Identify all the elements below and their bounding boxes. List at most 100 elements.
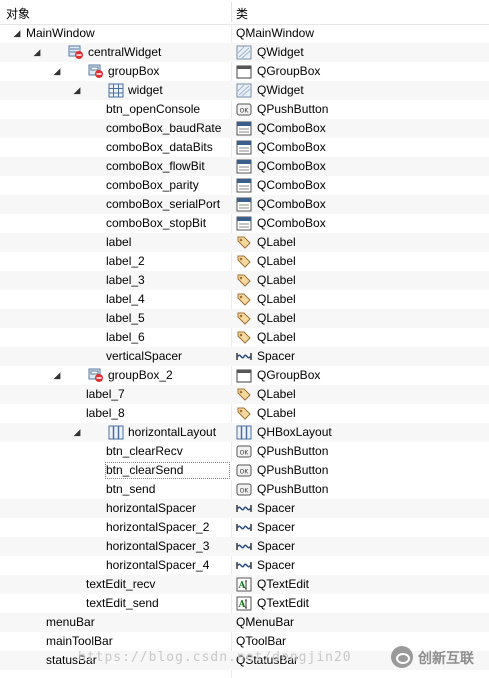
tree-row[interactable]: btn_send OK QPushButton xyxy=(0,480,489,499)
class-name: QLabel xyxy=(257,292,296,306)
object-name: label_3 xyxy=(106,273,145,287)
textedit-class-icon: A xyxy=(236,596,252,611)
expand-arrow-icon[interactable]: ◢ xyxy=(72,423,82,442)
class-name: QLabel xyxy=(257,254,296,268)
expand-arrow-icon[interactable]: ◢ xyxy=(72,81,82,100)
class-name: QMainWindow xyxy=(236,26,315,40)
class-name: QLabel xyxy=(257,406,296,420)
header-object[interactable]: 对象 xyxy=(6,5,30,22)
object-name: btn_openConsole xyxy=(106,102,201,116)
tree-row[interactable]: comboBox_stopBit QComboBox xyxy=(0,214,489,233)
object-name: mainToolBar xyxy=(46,634,113,648)
object-name: centralWidget xyxy=(88,45,162,59)
tree-row[interactable]: comboBox_flowBit QComboBox xyxy=(0,157,489,176)
tree-row[interactable]: ◢ horizontalLayout QHBoxLayout xyxy=(0,423,489,442)
expand-arrow-icon[interactable]: ◢ xyxy=(32,43,42,62)
object-name: groupBox xyxy=(108,64,160,78)
combobox-class-icon xyxy=(236,216,252,231)
header-divider xyxy=(231,2,232,22)
pushbutton-class-icon: OK xyxy=(236,463,252,478)
class-name: QHBoxLayout xyxy=(257,425,332,439)
object-name: comboBox_stopBit xyxy=(106,216,207,230)
class-name: QPushButton xyxy=(257,482,329,496)
header-class[interactable]: 类 xyxy=(236,5,248,22)
object-name: comboBox_flowBit xyxy=(106,159,205,173)
spacer-class-icon xyxy=(236,349,252,364)
pushbutton-class-icon: OK xyxy=(236,102,252,117)
tree-row[interactable]: ◢ widget QWidget xyxy=(0,81,489,100)
object-tree[interactable]: ◢ MainWindow QMainWindow ◢ centralWidget QWid… xyxy=(0,24,489,670)
class-name: QMenuBar xyxy=(236,615,295,629)
object-name: label_2 xyxy=(106,254,145,268)
class-name: QLabel xyxy=(257,311,296,325)
tree-row[interactable]: comboBox_parity QComboBox xyxy=(0,176,489,195)
tree-row[interactable]: label_7 QLabel xyxy=(0,385,489,404)
tree-row[interactable]: comboBox_dataBits QComboBox xyxy=(0,138,489,157)
class-name: QComboBox xyxy=(257,159,326,173)
class-name: Spacer xyxy=(257,539,296,553)
object-name: verticalSpacer xyxy=(106,349,183,363)
groupbox-forbidden-icon xyxy=(88,368,104,383)
tree-row[interactable]: label_8 QLabel xyxy=(0,404,489,423)
tree-row[interactable]: horizontalSpacer_4 Spacer xyxy=(0,556,489,575)
brand-logo-text: 创新互联 xyxy=(418,650,474,666)
tree-row[interactable]: btn_clearSend OK QPushButton xyxy=(0,461,489,480)
tree-row[interactable]: btn_openConsole OK QPushButton xyxy=(0,100,489,119)
label-class-icon xyxy=(236,311,252,326)
tree-row[interactable]: label_6 QLabel xyxy=(0,328,489,347)
tree-row[interactable]: label_4 QLabel xyxy=(0,290,489,309)
combobox-class-icon xyxy=(236,140,252,155)
combobox-class-icon xyxy=(236,121,252,136)
pushbutton-class-icon: OK xyxy=(236,444,252,459)
label-class-icon xyxy=(236,406,252,421)
combobox-class-icon xyxy=(236,197,252,212)
tree-row[interactable]: horizontalSpacer_3 Spacer xyxy=(0,537,489,556)
tree-row[interactable]: label_2 QLabel xyxy=(0,252,489,271)
tree-row[interactable]: horizontalSpacer_2 Spacer xyxy=(0,518,489,537)
tree-row[interactable]: label QLabel xyxy=(0,233,489,252)
object-name: btn_send xyxy=(106,482,156,496)
svg-text:OK: OK xyxy=(240,450,250,457)
widget-forbidden-icon xyxy=(68,45,84,60)
object-name: horizontalSpacer_2 xyxy=(106,520,210,534)
tree-row[interactable]: horizontalSpacer Spacer xyxy=(0,499,489,518)
object-name: label xyxy=(106,235,132,249)
class-name: Spacer xyxy=(257,501,296,515)
tree-row[interactable]: textEdit_send A QTextEdit xyxy=(0,594,489,613)
hbox-icon xyxy=(108,425,124,440)
tree-row[interactable]: label_5 QLabel xyxy=(0,309,489,328)
class-name: Spacer xyxy=(257,558,296,572)
object-name: horizontalSpacer_3 xyxy=(106,539,210,553)
class-name: QLabel xyxy=(257,273,296,287)
tree-row[interactable]: ◢ groupBox QGroupBox xyxy=(0,62,489,81)
expand-arrow-icon[interactable]: ◢ xyxy=(52,366,62,385)
object-name: MainWindow xyxy=(26,26,95,40)
tree-row[interactable]: comboBox_baudRate QComboBox xyxy=(0,119,489,138)
expand-arrow-icon[interactable]: ◢ xyxy=(12,24,22,43)
class-name: QLabel xyxy=(257,235,296,249)
object-name: label_4 xyxy=(106,292,145,306)
tree-row[interactable]: label_3 QLabel xyxy=(0,271,489,290)
watermark-text: https://blog.csdn.net/dengjin20 xyxy=(78,650,352,665)
label-class-icon xyxy=(236,387,252,402)
tree-row[interactable]: textEdit_recv A QTextEdit xyxy=(0,575,489,594)
tree-row[interactable]: ◢ centralWidget QWidget xyxy=(0,43,489,62)
hbox-class-icon xyxy=(236,425,252,440)
pushbutton-class-icon: OK xyxy=(236,482,252,497)
label-class-icon xyxy=(236,235,252,250)
class-name: QGroupBox xyxy=(257,368,321,382)
tree-row[interactable]: comboBox_serialPort QComboBox xyxy=(0,195,489,214)
expand-arrow-icon[interactable]: ◢ xyxy=(52,62,62,81)
tree-row[interactable]: menuBar QMenuBar xyxy=(0,613,489,632)
svg-text:OK: OK xyxy=(240,488,250,495)
object-name: comboBox_baudRate xyxy=(106,121,222,135)
object-name: widget xyxy=(128,83,163,97)
label-class-icon xyxy=(236,330,252,345)
object-name: horizontalSpacer xyxy=(106,501,197,515)
class-name: QComboBox xyxy=(257,216,326,230)
class-name: QPushButton xyxy=(257,444,329,458)
tree-row[interactable]: ◢ groupBox_2 QGroupBox xyxy=(0,366,489,385)
tree-row[interactable]: btn_clearRecv OK QPushButton xyxy=(0,442,489,461)
tree-row[interactable]: verticalSpacer Spacer xyxy=(0,347,489,366)
tree-row[interactable]: ◢ MainWindow QMainWindow xyxy=(0,24,489,43)
